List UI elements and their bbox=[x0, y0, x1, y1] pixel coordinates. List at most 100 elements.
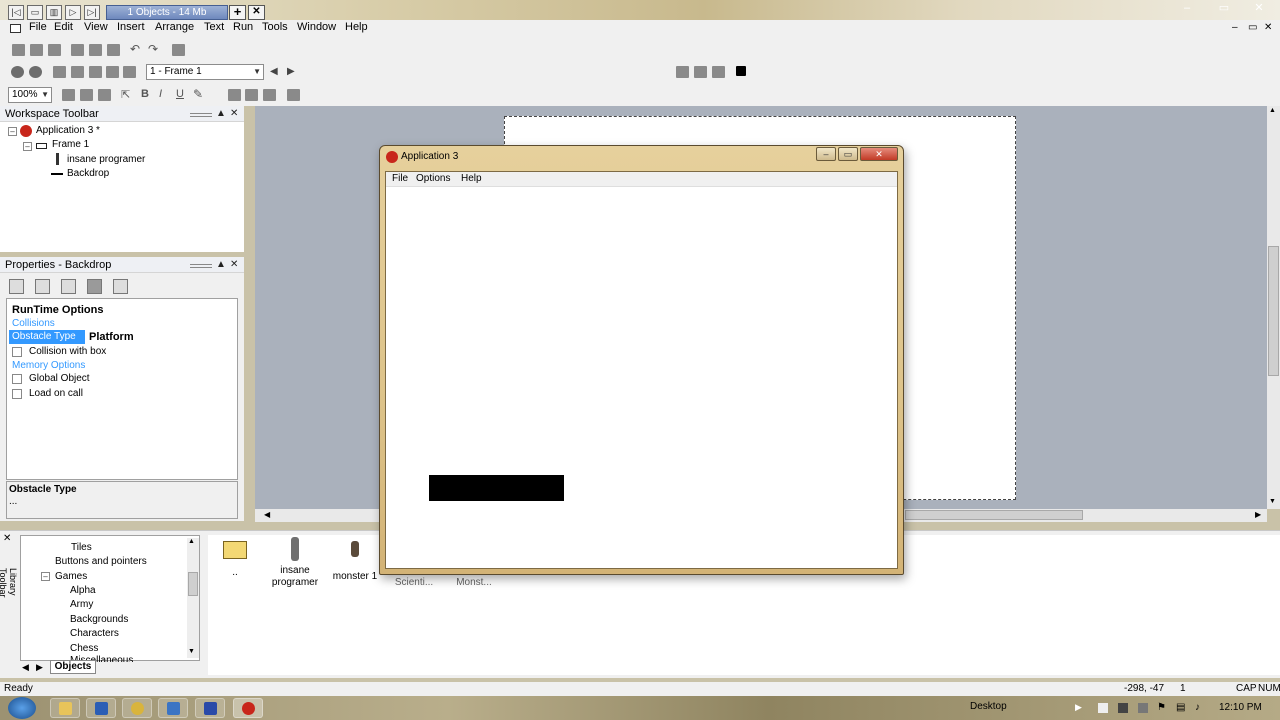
menu-tools[interactable]: Tools bbox=[262, 21, 288, 33]
maximize-button[interactable]: ▭ bbox=[1215, 1, 1233, 15]
load-on-call-row[interactable]: Load on call bbox=[7, 387, 237, 401]
menu-run[interactable]: Run bbox=[233, 21, 253, 33]
app-restore-button[interactable]: ▭ bbox=[838, 147, 858, 161]
menu-text[interactable]: Text bbox=[204, 21, 224, 33]
chevron-up-icon[interactable]: ▲ bbox=[216, 257, 226, 273]
prev-page-icon[interactable]: ▭ bbox=[27, 5, 43, 20]
close-icon[interactable]: ✕ bbox=[230, 257, 238, 273]
event-list-icon[interactable] bbox=[71, 66, 84, 78]
close-icon[interactable]: ✕ bbox=[3, 533, 11, 544]
obstacle-type-row[interactable]: Obstacle Type Platform bbox=[7, 330, 237, 344]
size-position-tab-icon[interactable] bbox=[61, 279, 76, 294]
application-preview-window[interactable]: Application 3 – ▭ ✕ File Options Help bbox=[379, 145, 904, 575]
app-menu-options[interactable]: Options bbox=[416, 173, 450, 184]
app-client-area[interactable]: File Options Help bbox=[385, 171, 898, 569]
collision-with-box-row[interactable]: Collision with box bbox=[7, 345, 237, 359]
menu-help[interactable]: Help bbox=[345, 21, 368, 33]
lib-item-insane-programer[interactable]: insane programer bbox=[268, 537, 322, 589]
checkbox[interactable] bbox=[12, 347, 22, 357]
lib-item-monster-1[interactable]: monster 1 bbox=[330, 541, 380, 583]
mdi-minimize-button[interactable]: – bbox=[1232, 22, 1238, 33]
menu-edit[interactable]: Edit bbox=[54, 21, 73, 33]
italic-icon[interactable]: I bbox=[159, 88, 162, 100]
mdi-close-button[interactable]: ✕ bbox=[1264, 22, 1272, 33]
settings-tab-icon[interactable] bbox=[9, 279, 24, 294]
lib-node-chess[interactable]: Chess bbox=[70, 643, 98, 654]
collapse-icon[interactable]: – bbox=[41, 572, 50, 581]
display-tab-icon[interactable] bbox=[35, 279, 50, 294]
align-icon[interactable] bbox=[98, 89, 111, 101]
scroll-down-icon[interactable]: ▼ bbox=[188, 648, 195, 655]
align-left-icon[interactable] bbox=[228, 89, 241, 101]
taskbar-word[interactable] bbox=[86, 698, 116, 718]
taskbar-clock[interactable]: 12:10 PM bbox=[1219, 702, 1262, 713]
redo-icon[interactable]: ↷ bbox=[148, 42, 158, 56]
close-window-button[interactable]: ✕ bbox=[1250, 1, 1268, 15]
tray-icon[interactable] bbox=[1098, 703, 1108, 713]
checkbox[interactable] bbox=[12, 374, 22, 384]
horizontal-scroll-thumb[interactable] bbox=[905, 510, 1083, 520]
fill-color-icon[interactable] bbox=[736, 66, 746, 76]
first-frame-button[interactable]: |◁ bbox=[8, 5, 24, 20]
menu-insert[interactable]: Insert bbox=[117, 21, 145, 33]
chevron-up-icon[interactable]: ▲ bbox=[216, 106, 226, 122]
storyboard-icon[interactable] bbox=[11, 66, 24, 78]
mdi-restore-button[interactable]: ▭ bbox=[1248, 22, 1257, 33]
lib-item-scientist[interactable]: Scienti... bbox=[392, 577, 436, 589]
grip-icon[interactable] bbox=[190, 113, 212, 117]
network-icon[interactable]: ▤ bbox=[1176, 702, 1185, 713]
app-menu-file[interactable]: File bbox=[392, 173, 408, 184]
data-elements-icon[interactable] bbox=[89, 66, 102, 78]
start-button[interactable] bbox=[8, 697, 36, 719]
tray-icon[interactable] bbox=[1138, 703, 1148, 713]
menu-arrange[interactable]: Arrange bbox=[155, 21, 194, 33]
frame-select[interactable]: 1 - Frame 1 ▼ bbox=[146, 64, 264, 80]
properties-icon[interactable] bbox=[172, 44, 185, 56]
lib-node-army[interactable]: Army bbox=[70, 599, 93, 610]
new-icon[interactable] bbox=[12, 44, 25, 56]
bold-icon[interactable]: B bbox=[141, 88, 149, 100]
lib-node-buttons[interactable]: Buttons and pointers bbox=[55, 556, 147, 567]
desktop-toolbar-label[interactable]: Desktop bbox=[970, 701, 1007, 712]
collapse-icon[interactable]: – bbox=[8, 127, 17, 136]
copy-icon[interactable] bbox=[89, 44, 102, 56]
app-close-button[interactable]: ✕ bbox=[860, 147, 898, 161]
taskbar-chrome[interactable] bbox=[122, 698, 152, 718]
prev-frame-icon[interactable]: ◀ bbox=[270, 66, 278, 77]
tab-scroll-right-icon[interactable]: ▶ bbox=[36, 662, 43, 673]
menu-window[interactable]: Window bbox=[297, 21, 336, 33]
align-right-icon[interactable] bbox=[263, 89, 276, 101]
lib-item-monster[interactable]: Monst... bbox=[452, 577, 496, 589]
scroll-left-icon[interactable]: ◀ bbox=[264, 510, 270, 519]
scroll-up-icon[interactable]: ▲ bbox=[1269, 107, 1276, 114]
tab-objects[interactable]: Objects bbox=[50, 660, 96, 674]
grid-icon[interactable] bbox=[62, 89, 75, 101]
text-color-icon[interactable]: ✎ bbox=[193, 87, 203, 101]
scroll-down-icon[interactable]: ▼ bbox=[1269, 498, 1276, 505]
app-menu-help[interactable]: Help bbox=[461, 173, 482, 184]
layer-up-icon[interactable] bbox=[694, 66, 707, 78]
tray-icon[interactable] bbox=[1118, 703, 1128, 713]
play-button[interactable]: ▷ bbox=[65, 5, 81, 20]
runtime-options-tab-icon[interactable] bbox=[87, 279, 102, 294]
grip-icon[interactable] bbox=[190, 264, 212, 268]
scroll-up-icon[interactable]: ▲ bbox=[188, 538, 195, 545]
layer-down-icon[interactable] bbox=[712, 66, 725, 78]
taskbar-app-1[interactable] bbox=[158, 698, 188, 718]
add-object-button[interactable]: + bbox=[229, 5, 246, 20]
zoom-select[interactable]: 100% ▼ bbox=[8, 87, 52, 103]
taskbar-app-2[interactable] bbox=[195, 698, 225, 718]
menu-view[interactable]: View bbox=[84, 21, 108, 33]
scroll-right-icon[interactable]: ▶ bbox=[1255, 510, 1261, 519]
fit-icon[interactable] bbox=[287, 89, 300, 101]
open-icon[interactable] bbox=[30, 44, 43, 56]
menu-file[interactable]: File bbox=[29, 21, 47, 33]
close-icon[interactable]: ✕ bbox=[230, 106, 238, 122]
tree-frame[interactable]: Frame 1 bbox=[52, 139, 89, 150]
collapse-icon[interactable]: – bbox=[23, 142, 32, 151]
cut-icon[interactable] bbox=[71, 44, 84, 56]
lib-node-tiles[interactable]: Tiles bbox=[71, 542, 92, 553]
undo-icon[interactable]: ↶ bbox=[130, 42, 140, 56]
lib-node-alpha[interactable]: Alpha bbox=[70, 585, 96, 596]
minimize-button[interactable]: – bbox=[1178, 1, 1196, 15]
